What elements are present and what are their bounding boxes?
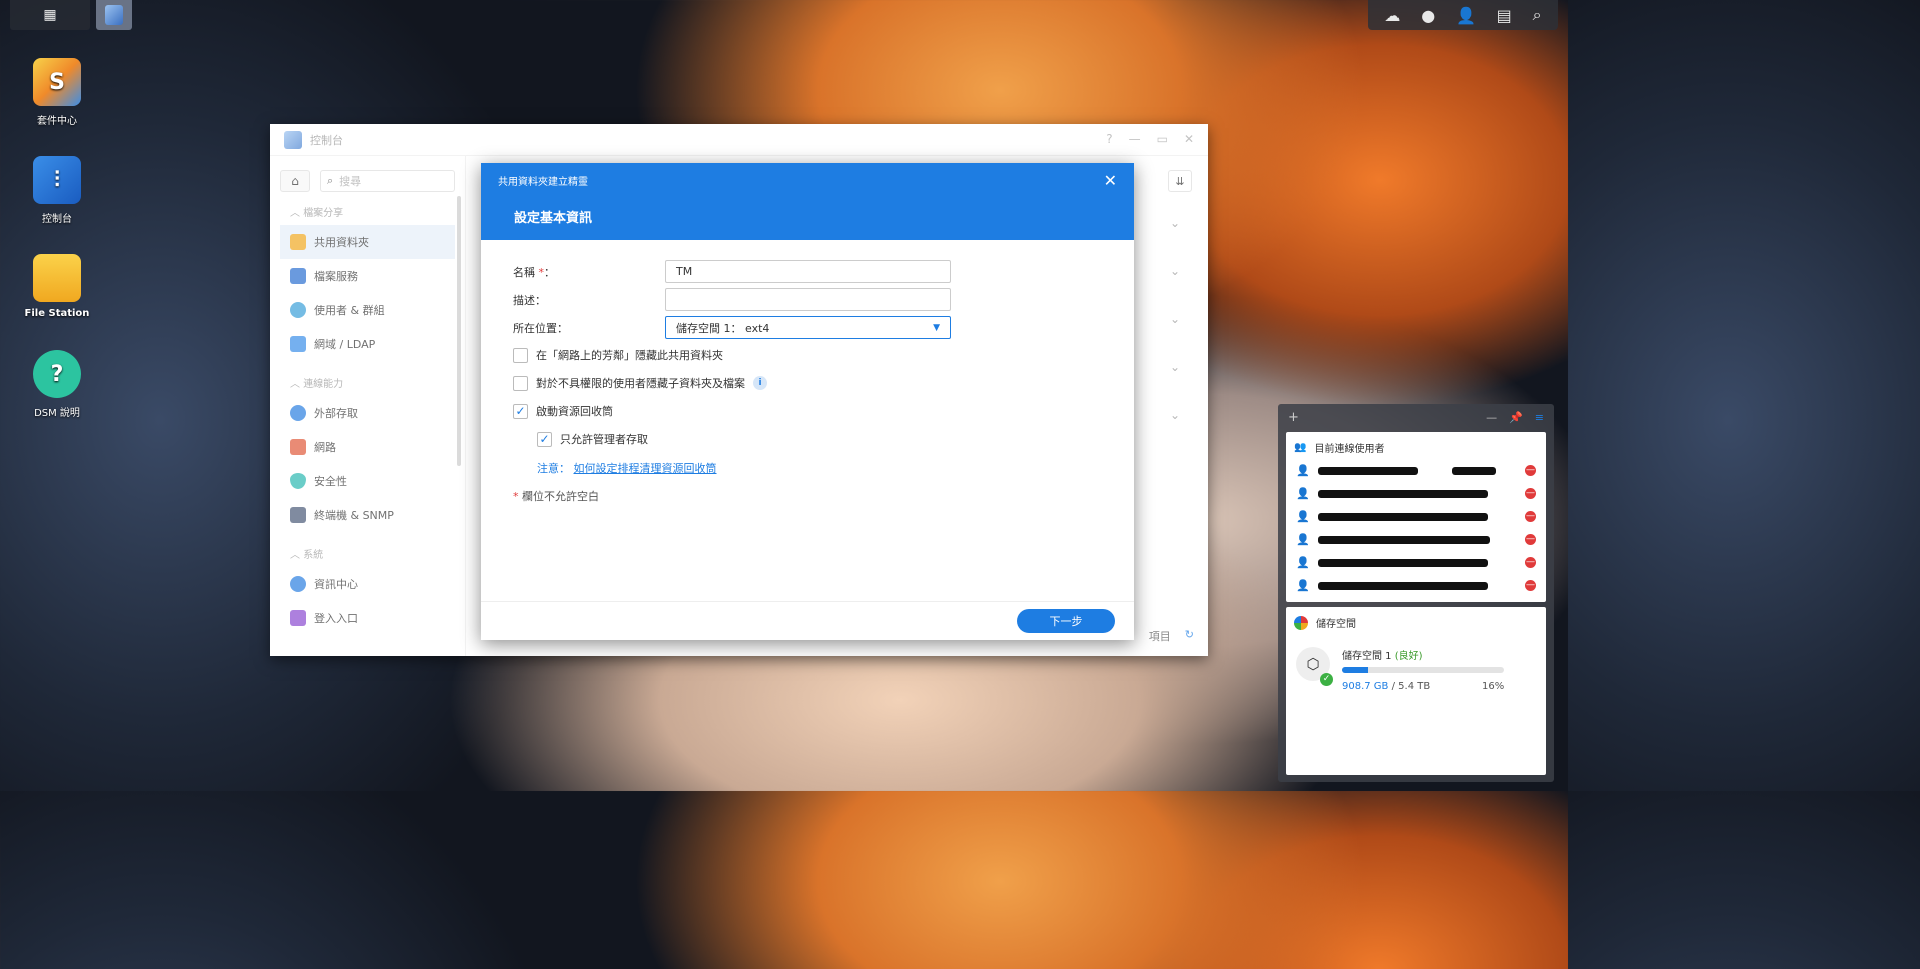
recycle-schedule-link[interactable]: 如何設定排程清理資源回收筒 xyxy=(574,462,717,475)
shared-folder-wizard: 共用資料夾建立精靈 設定基本資訊 ✕ 名稱 *： TM 描述： 所在位置： 儲存… xyxy=(481,163,1134,640)
desktop-icon-dsm-help[interactable]: ? DSM 說明 xyxy=(22,350,92,419)
hide-subfolders-checkbox[interactable] xyxy=(513,375,528,391)
desktop-icon-label: 控制台 xyxy=(42,214,72,225)
redacted-username xyxy=(1318,512,1488,521)
redacted-username xyxy=(1318,489,1488,498)
user-icon: 👤 xyxy=(1296,464,1310,477)
wizard-title: 共用資料夾建立精靈 xyxy=(498,177,588,188)
disconnect-icon[interactable]: — xyxy=(1525,557,1536,568)
desktop-icon-package-center[interactable]: S 套件中心 xyxy=(22,58,92,127)
list-item: 👤 — xyxy=(1286,505,1546,528)
system-tray: ☁ ● 👤 ▤ ⌕ xyxy=(1368,0,1558,30)
description-field[interactable] xyxy=(665,288,951,311)
admin-only-option[interactable]: ✓ 只允許管理者存取 xyxy=(537,431,648,447)
disconnect-icon[interactable]: — xyxy=(1525,465,1536,476)
list-item: 👤 — xyxy=(1286,574,1546,597)
desktop-icon-label: 套件中心 xyxy=(37,116,77,127)
disconnect-icon[interactable]: — xyxy=(1525,534,1536,545)
recycle-bin-checkbox[interactable]: ✓ xyxy=(513,403,528,419)
info-icon[interactable]: i xyxy=(753,376,767,390)
hide-network-checkbox[interactable] xyxy=(513,347,528,363)
pin-icon[interactable]: 📌 xyxy=(1509,411,1523,424)
redacted-username xyxy=(1318,558,1488,567)
desktop-icon-label: File Station xyxy=(24,308,90,319)
option-label: 在「網路上的芳鄰」隱藏此共用資料夾 xyxy=(536,349,723,362)
storage-pie-icon xyxy=(1294,615,1308,630)
notification-icon[interactable]: ● xyxy=(1421,6,1435,25)
user-icon[interactable]: 👤 xyxy=(1456,6,1476,25)
volume-name: 儲存空間 1 (良好) xyxy=(1342,651,1423,662)
wizard-header: 共用資料夾建立精靈 設定基本資訊 ✕ xyxy=(481,163,1134,240)
required-note: * 欄位不允許空白 xyxy=(513,490,599,503)
cloud-sync-icon[interactable]: ☁ xyxy=(1384,6,1400,25)
user-icon: 👤 xyxy=(1296,510,1310,523)
volume-usage-percent: 16% xyxy=(1482,681,1505,692)
package-center-icon: S xyxy=(33,58,81,106)
name-label: 名稱 *： xyxy=(513,265,555,279)
control-panel-icon: ⫶ xyxy=(33,156,81,204)
redacted-username xyxy=(1318,466,1418,475)
widget-menu-icon[interactable]: ≡ xyxy=(1535,411,1544,424)
location-value: 儲存空間 1： ext4 xyxy=(676,321,770,335)
disconnect-icon[interactable]: — xyxy=(1525,580,1536,591)
add-widget-icon[interactable]: + xyxy=(1288,410,1299,425)
user-icon: 👤 xyxy=(1296,579,1310,592)
location-select[interactable]: 儲存空間 1： ext4 ▼ xyxy=(665,316,951,339)
disconnect-icon[interactable]: — xyxy=(1525,488,1536,499)
wizard-step-title: 設定基本資訊 xyxy=(514,211,593,226)
list-item: 👤 — xyxy=(1286,528,1546,551)
widget-panel: + — 📌 ≡ 👥 目前連線使用者 👤 — 👤 — 👤 — 👤 — 👤 — 👤 — 儲存空間… xyxy=(1278,404,1554,782)
user-icon: 👤 xyxy=(1296,487,1310,500)
description-row: 描述： xyxy=(513,288,951,311)
widgets-icon[interactable]: ▤ xyxy=(1497,6,1512,25)
disconnect-icon[interactable]: — xyxy=(1525,511,1536,522)
check-icon: ✓ xyxy=(1320,673,1333,686)
recycle-bin-option[interactable]: ✓ 啟動資源回收筒 xyxy=(513,403,613,419)
option-label: 啟動資源回收筒 xyxy=(536,405,613,418)
redacted-username xyxy=(1318,581,1488,590)
widget-title: 目前連線使用者 xyxy=(1314,444,1385,455)
hide-subfolders-option[interactable]: 對於不具權限的使用者隱藏子資料夾及檔案 i xyxy=(513,375,767,391)
minimize-icon[interactable]: — xyxy=(1486,411,1497,424)
main-menu-button[interactable]: ▦ xyxy=(10,0,90,30)
name-field[interactable]: TM xyxy=(665,260,951,283)
volume-usage-fill xyxy=(1342,667,1368,673)
help-icon: ? xyxy=(33,350,81,398)
widget-title: 儲存空間 xyxy=(1316,619,1356,630)
users-icon: 👥 xyxy=(1294,442,1307,453)
close-icon[interactable]: ✕ xyxy=(1104,171,1117,190)
wizard-footer: 下一步 xyxy=(481,601,1134,640)
location-row: 所在位置： 儲存空間 1： ext4 ▼ xyxy=(513,316,951,339)
desktop-icon-file-station[interactable]: File Station xyxy=(22,254,92,319)
grid-icon: ▦ xyxy=(43,7,57,23)
hide-network-option[interactable]: 在「網路上的芳鄰」隱藏此共用資料夾 xyxy=(513,347,723,363)
redacted-username xyxy=(1452,466,1496,475)
option-label: 對於不具權限的使用者隱藏子資料夾及檔案 xyxy=(536,377,745,390)
desktop-icon-label: DSM 說明 xyxy=(34,408,80,419)
user-icon: 👤 xyxy=(1296,556,1310,569)
name-row: 名稱 *： TM xyxy=(513,260,951,283)
list-item: 👤 — xyxy=(1286,459,1546,482)
list-item: 👤 — xyxy=(1286,551,1546,574)
location-label: 所在位置： xyxy=(513,321,568,335)
volume-usage-bar xyxy=(1342,667,1504,673)
next-button[interactable]: 下一步 xyxy=(1017,609,1115,633)
taskbar-control-panel[interactable] xyxy=(96,0,132,30)
storage-widget: 儲存空間 ⬡ ✓ 儲存空間 1 (良好) 908.7 GB / 5.4 TB 1… xyxy=(1286,607,1546,775)
folder-icon xyxy=(33,254,81,302)
list-item: 👤 — xyxy=(1286,482,1546,505)
option-label: 只允許管理者存取 xyxy=(560,433,648,446)
caret-down-icon: ▼ xyxy=(933,322,940,333)
search-icon[interactable]: ⌕ xyxy=(1533,5,1542,25)
redacted-username xyxy=(1318,535,1490,544)
note-prefix: 注意： xyxy=(537,462,570,475)
desktop-icon-control-panel[interactable]: ⫶ 控制台 xyxy=(22,156,92,225)
user-icon: 👤 xyxy=(1296,533,1310,546)
volume-usage-text: 908.7 GB / 5.4 TB xyxy=(1342,681,1431,692)
connected-users-widget: 👥 目前連線使用者 👤 — 👤 — 👤 — 👤 — 👤 — 👤 — xyxy=(1286,432,1546,602)
description-label: 描述： xyxy=(513,293,546,307)
recycle-note: 注意： 如何設定排程清理資源回收筒 xyxy=(537,460,717,476)
control-panel-icon xyxy=(105,5,123,25)
admin-only-checkbox[interactable]: ✓ xyxy=(537,431,552,447)
